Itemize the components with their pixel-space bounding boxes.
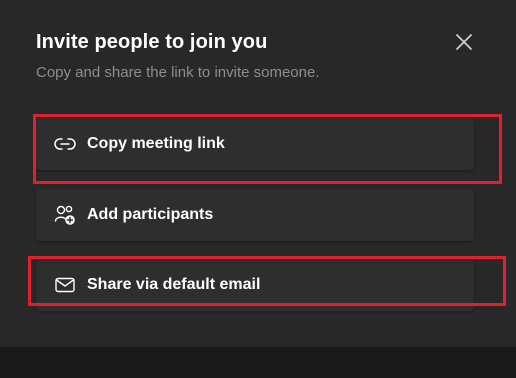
add-people-icon — [54, 204, 76, 226]
add-participants-label: Add participants — [87, 206, 214, 223]
link-icon — [54, 133, 76, 155]
copy-meeting-link-button[interactable]: Copy meeting link — [36, 118, 474, 170]
add-participants-button[interactable]: Add participants — [36, 189, 474, 241]
dialog-subtitle: Copy and share the link to invite someon… — [36, 64, 320, 81]
mail-icon — [54, 274, 76, 296]
copy-meeting-link-label: Copy meeting link — [87, 135, 225, 152]
close-button[interactable] — [452, 30, 476, 54]
invite-dialog: Invite people to join you Copy and share… — [0, 0, 516, 347]
dialog-title: Invite people to join you — [36, 31, 268, 53]
close-icon — [456, 34, 472, 50]
share-via-email-label: Share via default email — [87, 276, 261, 293]
share-via-email-button[interactable]: Share via default email — [36, 259, 474, 311]
